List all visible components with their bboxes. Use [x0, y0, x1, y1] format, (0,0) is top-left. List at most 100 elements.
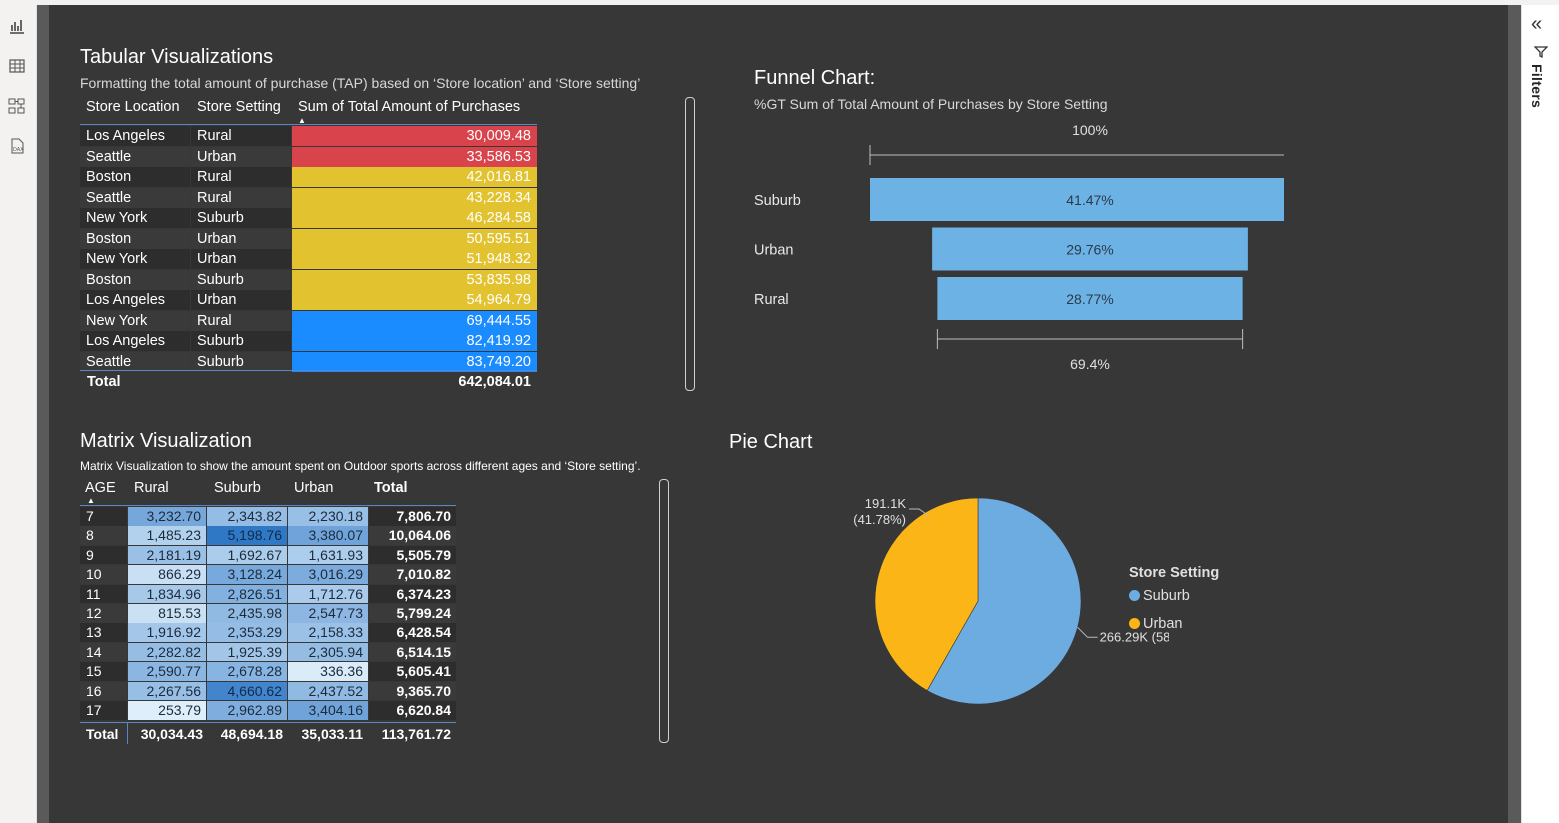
table-row[interactable]: Boston Suburb 53,835.98 [80, 269, 537, 291]
legend-item-urban[interactable]: Urban [1129, 616, 1183, 632]
cell-tap-value: 53,835.98 [292, 269, 537, 290]
matrix-row[interactable]: 17 253.79 2,962.89 3,404.16 6,620.84 [80, 701, 456, 720]
col-header-store-setting[interactable]: Store Setting [197, 99, 281, 115]
funnel-value-label: 29.76% [1066, 242, 1113, 258]
canvas-gutter-right [1508, 5, 1521, 823]
funnel-category-label: Rural [754, 292, 789, 308]
matrix-row[interactable]: 11 1,834.96 2,826.51 1,712.76 6,374.23 [80, 584, 456, 604]
table-row[interactable]: Seattle Suburb 83,749.20 [80, 351, 537, 373]
matrix-cell-total: 10,064.06 [369, 526, 456, 545]
matrix-row[interactable]: 9 2,181.19 1,692.67 1,631.93 5,505.79 [80, 545, 456, 565]
cell-text: Rural [197, 128, 232, 144]
pie-chart[interactable]: 266.29K (58.22%)191.1K(41.78%) [769, 487, 1169, 727]
matrix-sort-icon[interactable]: ▲ [87, 496, 95, 505]
table-row[interactable]: Boston Urban 50,595.51 [80, 228, 537, 250]
tabular-subtitle: Formatting the total amount of purchase … [80, 75, 641, 91]
cell-text: 866.29 [158, 566, 201, 583]
matrix-header-suburb[interactable]: Suburb [214, 480, 261, 496]
report-view-icon[interactable] [8, 17, 26, 35]
tabular-total-label: Total [87, 374, 121, 390]
pie-data-label-urban-pct: (41.78%) [853, 512, 906, 527]
svg-text:DAX: DAX [13, 147, 24, 153]
cell-tap-value: 50,595.51 [292, 228, 537, 249]
table-row[interactable]: Seattle Rural 43,228.34 [80, 187, 537, 209]
funnel-title: Funnel Chart: [754, 67, 876, 89]
table-row[interactable]: New York Urban 51,948.32 [80, 249, 537, 270]
table-row[interactable]: Seattle Urban 33,586.53 [80, 146, 537, 168]
cell-store-location: Los Angeles [80, 126, 190, 146]
cell-text: 2,826.51 [227, 585, 283, 602]
table-row[interactable]: Boston Rural 42,016.81 [80, 167, 537, 188]
table-row[interactable]: New York Suburb 46,284.58 [80, 208, 537, 229]
matrix-row[interactable]: 10 866.29 3,128.24 3,016.29 7,010.82 [80, 565, 456, 584]
cell-text: 1,916.92 [146, 624, 202, 641]
matrix-header-urban[interactable]: Urban [294, 480, 334, 496]
legend-item-suburb[interactable]: Suburb [1129, 588, 1190, 604]
cell-text: 2,435.98 [227, 605, 283, 621]
matrix-total-grand: 113,761.72 [381, 726, 451, 742]
cell-text: 2,962.89 [227, 702, 283, 718]
matrix-row[interactable]: 15 2,590.77 2,678.28 336.36 5,605.41 [80, 662, 456, 681]
cell-text: 3,404.16 [308, 702, 364, 718]
matrix-header-rural[interactable]: Rural [134, 480, 169, 496]
matrix-header-age[interactable]: AGE [85, 480, 116, 496]
table-view-icon[interactable] [8, 57, 26, 75]
cell-store-setting: Suburb [191, 351, 291, 372]
matrix-title: Matrix Visualization [80, 430, 252, 452]
pie-data-label-urban-value: 191.1K [865, 496, 907, 511]
matrix-row[interactable]: 14 2,282.82 1,925.39 2,305.94 6,514.15 [80, 642, 456, 662]
cell-text: Suburb [197, 353, 244, 370]
cell-text: 2,305.94 [308, 643, 364, 660]
cell-text: 6,514.15 [396, 643, 452, 660]
cell-store-setting: Urban [191, 146, 291, 167]
tabular-scrollbar[interactable] [685, 97, 695, 391]
dax-query-icon[interactable]: DAX [8, 137, 26, 155]
cell-text: 15 [86, 663, 102, 680]
table-row[interactable]: Los Angeles Suburb 82,419.92 [80, 331, 537, 352]
col-header-sum-tap[interactable]: Sum of Total Amount of Purchases [298, 99, 520, 115]
funnel-category-label: Suburb [754, 193, 801, 209]
cell-text: Boston [86, 271, 132, 288]
model-view-icon[interactable] [8, 97, 26, 115]
cell-text: 2,181.19 [146, 546, 202, 563]
cell-text: 82,419.92 [466, 333, 531, 349]
table-row[interactable]: New York Rural 69,444.55 [80, 310, 537, 332]
filters-pane-collapsed[interactable]: « [1521, 5, 1559, 823]
tabular-title: Tabular Visualizations [80, 46, 274, 68]
cell-text: 33,586.53 [466, 148, 531, 165]
report-canvas: Tabular Visualizations Formatting the to… [49, 5, 1508, 823]
cell-text: 43,228.34 [466, 189, 531, 206]
matrix-age-cell: 9 [80, 545, 127, 565]
funnel-category-label: Urban [754, 243, 794, 259]
matrix-header-total[interactable]: Total [374, 480, 408, 496]
matrix-row[interactable]: 7 3,232.70 2,343.82 2,230.18 7,806.70 [80, 507, 456, 526]
funnel-value-label: 28.77% [1066, 291, 1113, 307]
matrix-cell-rural: 2,267.56 [128, 681, 206, 701]
cell-text: 16 [86, 682, 102, 699]
matrix-row[interactable]: 16 2,267.56 4,660.62 2,437.52 9,365.70 [80, 681, 456, 701]
table-row[interactable]: Los Angeles Urban 54,964.79 [80, 290, 537, 311]
cell-text: Los Angeles [86, 333, 166, 349]
funnel-chart[interactable]: 100% 41.47% Suburb 29.76% Urban 28.77% Rural 69… [744, 117, 1284, 377]
expand-filters-icon[interactable]: « [1531, 13, 1542, 36]
cell-text: 42,016.81 [466, 169, 531, 185]
cell-text: Urban [197, 251, 237, 267]
matrix-cell-urban: 2,547.73 [288, 604, 368, 623]
legend-label: Urban [1143, 616, 1183, 632]
cell-text: 10,064.06 [388, 527, 451, 544]
matrix-cell-urban: 1,631.93 [288, 545, 368, 565]
matrix-age-cell: 17 [80, 701, 127, 720]
matrix-row[interactable]: 13 1,916.92 2,353.29 2,158.33 6,428.54 [80, 623, 456, 642]
cell-text: Urban [197, 148, 237, 165]
cell-text: 6,374.23 [396, 585, 452, 602]
cell-text: 53,835.98 [466, 271, 531, 288]
col-header-store-location[interactable]: Store Location [86, 99, 180, 115]
matrix-row[interactable]: 12 815.53 2,435.98 2,547.73 5,799.24 [80, 604, 456, 623]
table-row[interactable]: Los Angeles Rural 30,009.48 [80, 126, 537, 147]
cell-store-setting: Suburb [191, 208, 291, 228]
filters-label[interactable]: Filters [1529, 64, 1545, 108]
matrix-row[interactable]: 8 1,485.23 5,198.76 3,380.07 10,064.06 [80, 526, 456, 545]
matrix-cell-suburb: 4,660.62 [207, 681, 287, 701]
cell-text: 2,678.28 [227, 663, 283, 680]
matrix-scrollbar[interactable] [659, 479, 669, 743]
